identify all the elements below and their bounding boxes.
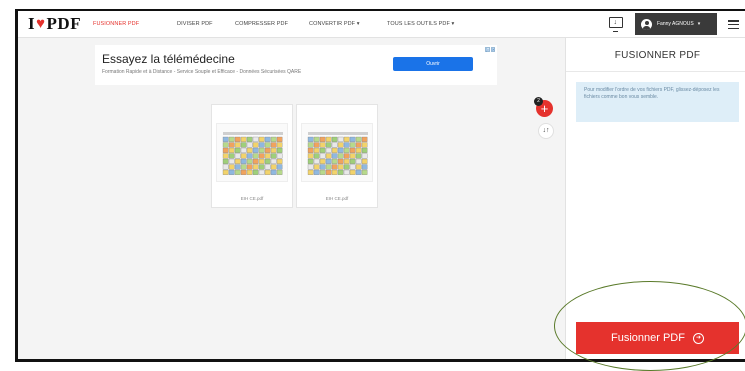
logo-suffix: PDF xyxy=(46,14,82,33)
panel-divider xyxy=(566,71,745,72)
add-files-control[interactable]: + 2 xyxy=(534,97,556,119)
file-count-badge: 2 xyxy=(534,97,543,106)
nav-merge-pdf[interactable]: FUSIONNER PDF xyxy=(93,21,139,27)
pdf-file-card[interactable]: EIH CE.pdf xyxy=(211,104,293,208)
info-message: Pour modifier l'ordre de vos fichiers PD… xyxy=(576,82,739,122)
highlight-ellipse xyxy=(554,281,745,371)
ad-banner[interactable]: Essayez la télémédecine Formation Rapide… xyxy=(95,45,497,85)
user-name: Fanny AGNOUS xyxy=(657,21,694,27)
hamburger-menu-icon[interactable] xyxy=(728,20,739,29)
desktop-download-icon[interactable]: ↓ xyxy=(609,17,623,32)
pdf-thumbnail xyxy=(216,123,288,182)
pdf-file-name: EIH CE.pdf xyxy=(325,196,349,201)
nav-convert-pdf[interactable]: CONVERTIR PDF ▾ xyxy=(309,21,360,27)
ad-subtitle: Formation Rapide et à Distance - Service… xyxy=(102,69,302,75)
ad-title[interactable]: Essayez la télémédecine xyxy=(102,52,235,66)
nav-compress-pdf[interactable]: COMPRESSER PDF xyxy=(235,21,288,27)
logo-prefix: I xyxy=(28,14,36,33)
heart-icon: ♥ xyxy=(36,15,46,32)
user-avatar-icon xyxy=(641,18,652,30)
user-menu-button[interactable]: Fanny AGNOUS ▾ xyxy=(635,13,717,35)
pdf-thumbnail xyxy=(301,123,373,182)
nav-all-tools[interactable]: TOUS LES OUTILS PDF ▾ xyxy=(387,21,454,27)
ilovepdf-logo[interactable]: I ♥ PDF xyxy=(28,14,82,33)
top-navigation: I ♥ PDF FUSIONNER PDF DIVISER PDF COMPRE… xyxy=(18,11,745,38)
pdf-file-name: EIH CE.pdf xyxy=(240,196,264,201)
ad-choices-icon[interactable]: ▷ ✕ xyxy=(485,47,495,53)
chevron-down-icon: ▾ xyxy=(697,21,701,27)
ad-open-button[interactable]: Ouvrir xyxy=(393,57,473,71)
nav-split-pdf[interactable]: DIVISER PDF xyxy=(177,21,213,27)
pdf-file-card[interactable]: EIH CE.pdf xyxy=(296,104,378,208)
sort-files-button[interactable]: ↓↑ xyxy=(538,123,554,139)
panel-title: FUSIONNER PDF xyxy=(614,50,701,61)
